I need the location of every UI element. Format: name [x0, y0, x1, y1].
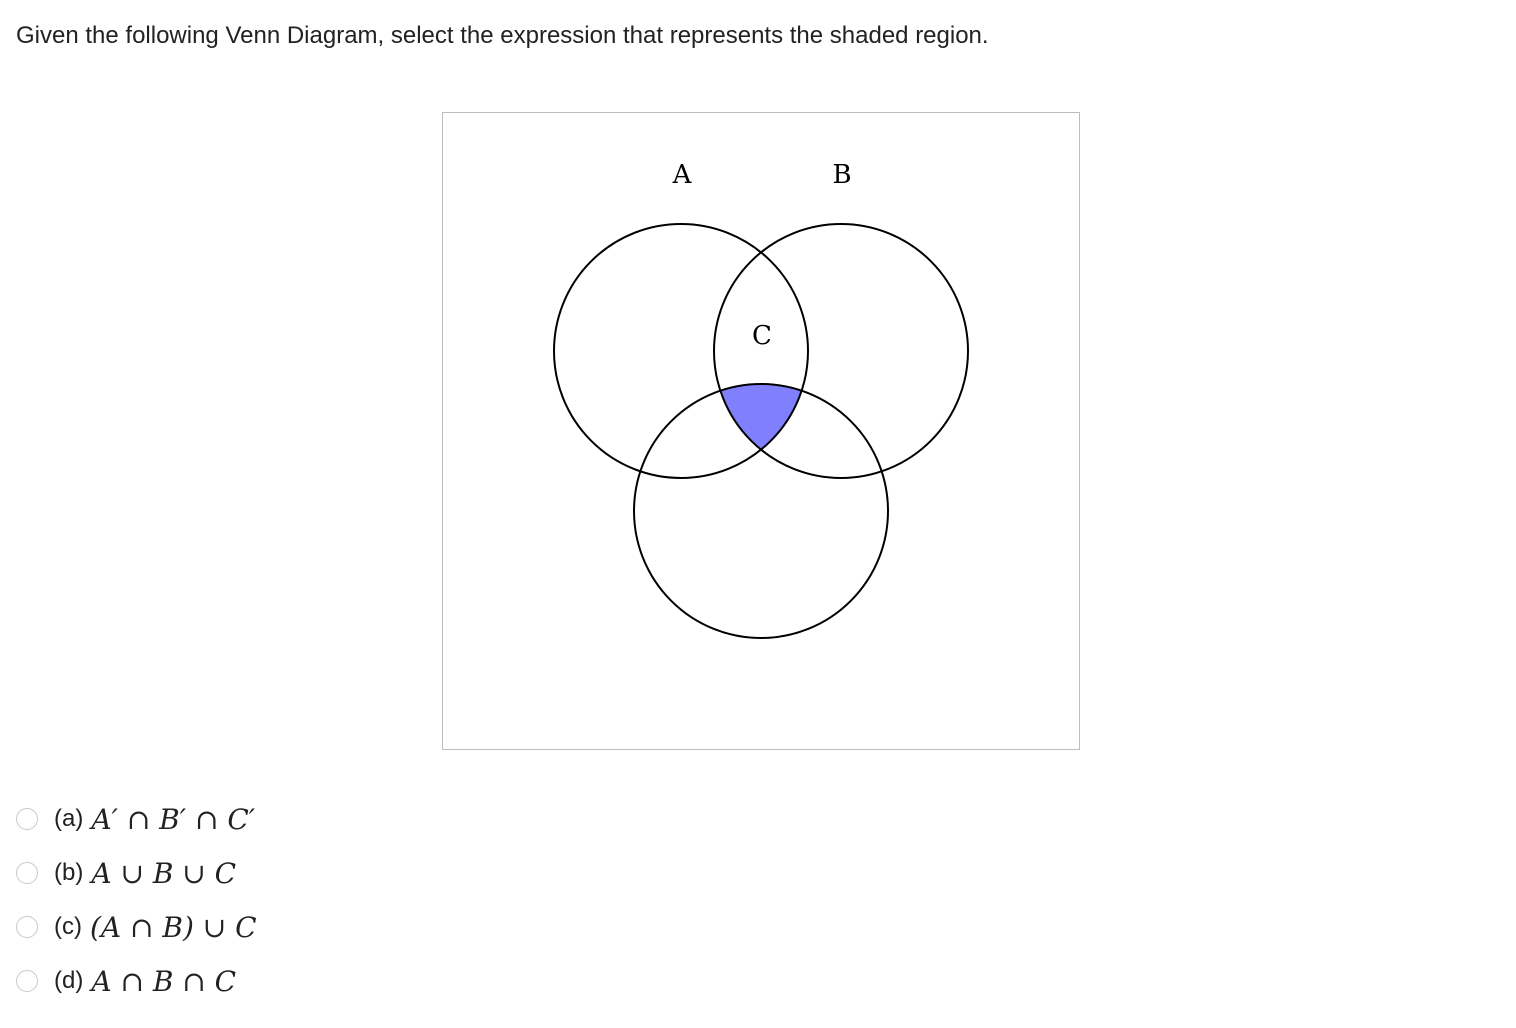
label-c: C	[752, 321, 772, 351]
shaded-region	[714, 384, 808, 478]
option-label: (a)	[54, 805, 84, 832]
radio-button[interactable]	[16, 916, 38, 938]
option-b[interactable]: (b) A ∪ B ∪ C	[16, 856, 237, 890]
radio-button[interactable]	[16, 862, 38, 884]
option-d[interactable]: (d) A ∩ B ∩ C	[16, 964, 237, 998]
radio-button[interactable]	[16, 970, 38, 992]
option-label: (c)	[54, 913, 82, 940]
option-label: (b)	[54, 859, 84, 886]
label-a: A	[672, 160, 693, 190]
option-expression: (A ∩ B) ∪ C	[89, 910, 257, 944]
radio-button[interactable]	[16, 808, 38, 830]
answer-options: (a) A′ ∩ B′ ∩ C′ (b) A ∪ B ∪ C (c) (A ∩ …	[16, 0, 616, 1028]
option-a[interactable]: (a) A′ ∩ B′ ∩ C′	[16, 802, 256, 836]
option-expression: A ∩ B ∩ C	[91, 964, 237, 998]
option-c[interactable]: (c) (A ∩ B) ∪ C	[16, 910, 257, 944]
option-expression: A′ ∩ B′ ∩ C′	[91, 802, 256, 836]
option-expression: A ∪ B ∪ C	[91, 856, 237, 890]
label-b: B	[832, 160, 851, 190]
option-label: (d)	[54, 967, 84, 994]
